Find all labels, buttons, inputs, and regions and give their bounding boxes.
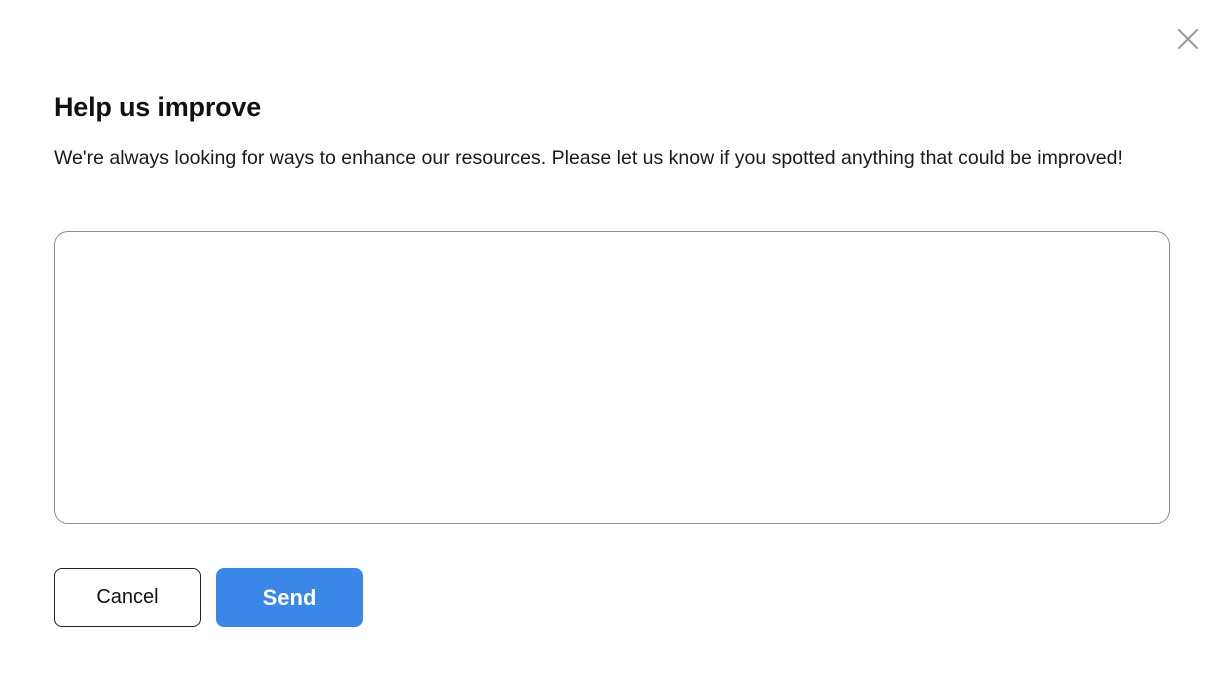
dialog-title: Help us improve <box>54 92 262 122</box>
dialog-description: We're always looking for ways to enhance… <box>54 147 1123 169</box>
close-button[interactable] <box>1175 26 1201 52</box>
send-button[interactable]: Send <box>216 568 363 627</box>
cancel-button[interactable]: Cancel <box>54 568 201 627</box>
feedback-textarea[interactable] <box>54 231 1170 524</box>
close-icon <box>1177 28 1199 50</box>
feedback-dialog: Help us improve We're always looking for… <box>0 0 1226 682</box>
